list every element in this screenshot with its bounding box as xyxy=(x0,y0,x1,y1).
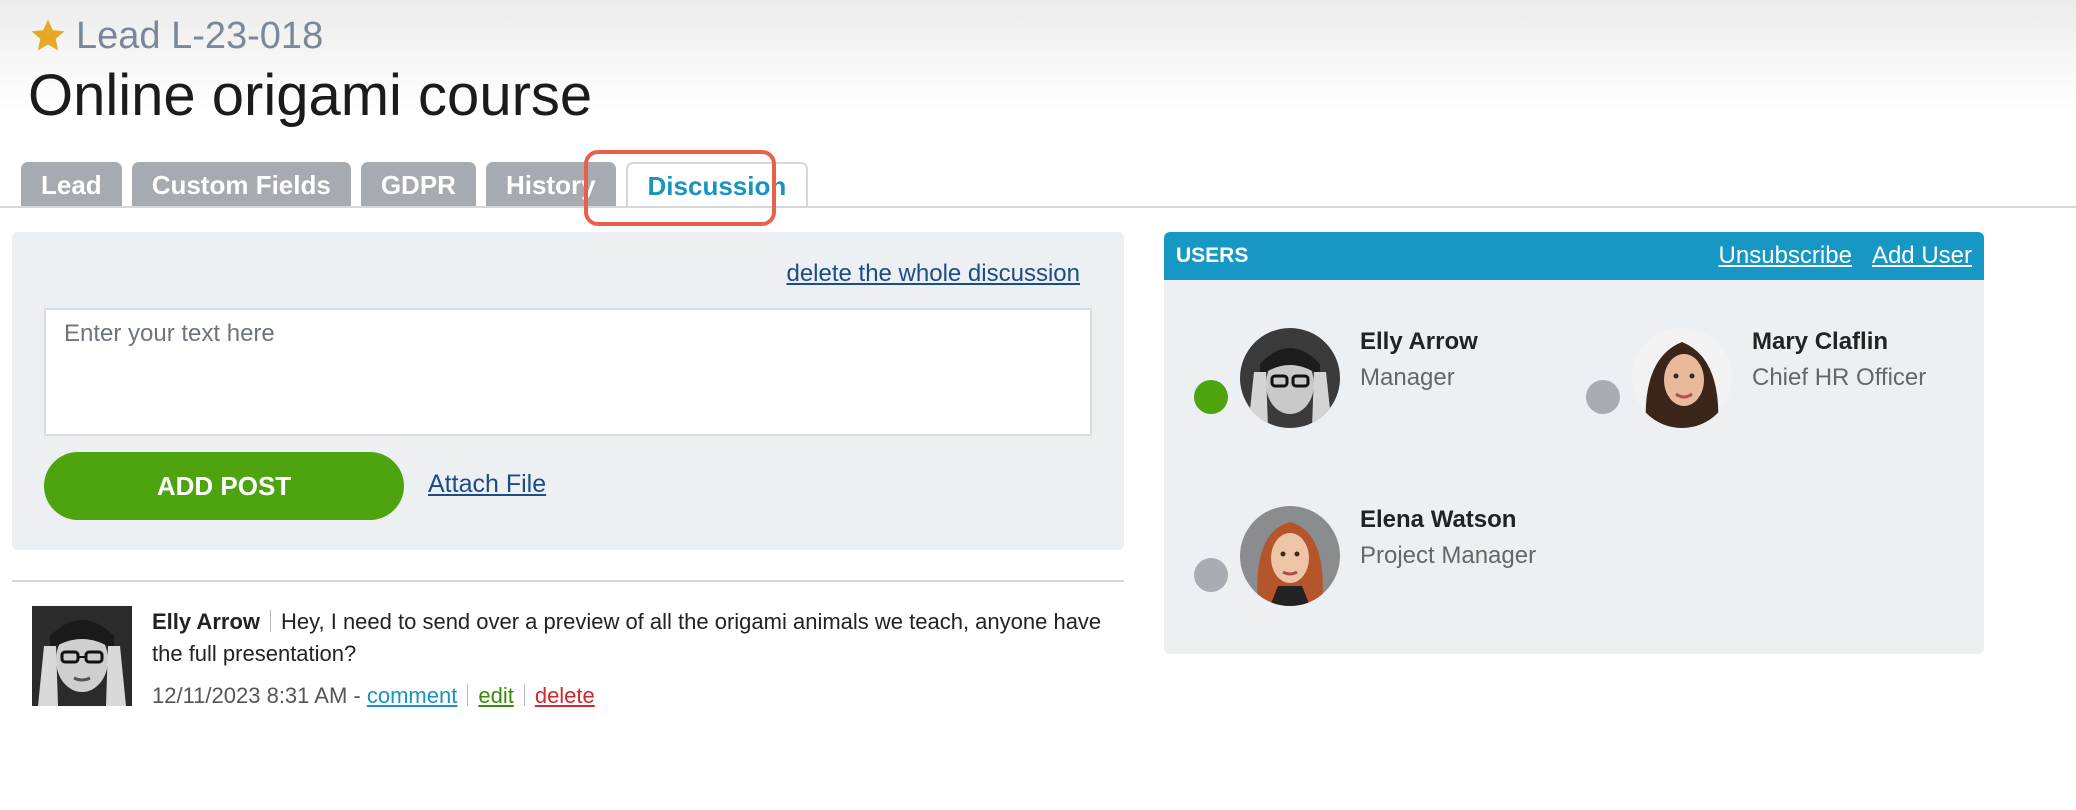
user-card[interactable]: Mary Claflin Chief HR Officer xyxy=(1586,318,1966,428)
user-card[interactable]: Elly Arrow Manager xyxy=(1194,318,1574,428)
comment-link[interactable]: comment xyxy=(367,683,457,708)
add-user-link[interactable]: Add User xyxy=(1872,242,1972,270)
user-role: Project Manager xyxy=(1360,542,1537,569)
user-role: Chief HR Officer xyxy=(1752,364,1927,391)
attach-file-link[interactable]: Attach File xyxy=(428,470,546,499)
add-post-button[interactable]: ADD POST xyxy=(44,452,404,520)
tabs-underline xyxy=(0,206,2076,208)
users-header: USERS Unsubscribe Add User xyxy=(1164,232,1984,280)
lead-id: Lead L-23-018 xyxy=(76,14,324,57)
tab-discussion[interactable]: Discussion xyxy=(625,162,809,208)
users-title: USERS xyxy=(1176,244,1249,267)
page-title: Online origami course xyxy=(28,63,593,128)
post-body: Elly Arrow Hey, I need to send over a pre… xyxy=(152,606,1122,712)
avatar[interactable] xyxy=(1240,506,1340,606)
unsubscribe-link[interactable]: Unsubscribe xyxy=(1719,242,1852,270)
tab-lead[interactable]: Lead xyxy=(21,162,122,208)
user-role: Manager xyxy=(1360,364,1455,391)
user-name: Elena Watson xyxy=(1360,506,1517,533)
separator xyxy=(523,684,525,706)
post-meta: 12/11/2023 8:31 AM - comment edit delete xyxy=(152,680,1122,712)
user-name: Mary Claflin xyxy=(1752,328,1889,355)
users-panel: USERS Unsubscribe Add User Elly Arrow Ma… xyxy=(1164,232,1984,654)
star-icon[interactable] xyxy=(28,16,68,56)
lead-line: Lead L-23-018 xyxy=(28,14,323,58)
post-text: Hey, I need to send over a preview of al… xyxy=(152,609,1102,666)
tab-custom-fields[interactable]: Custom Fields xyxy=(131,162,351,208)
avatar[interactable] xyxy=(32,606,132,706)
tab-bar: Lead Custom Fields GDPR History Discussi… xyxy=(21,162,818,208)
status-offline-indicator xyxy=(1586,380,1620,414)
user-name: Elly Arrow xyxy=(1360,328,1478,355)
separator xyxy=(270,610,271,632)
avatar[interactable] xyxy=(1632,328,1732,428)
status-offline-indicator xyxy=(1194,558,1228,592)
edit-link[interactable]: edit xyxy=(478,683,513,708)
post-text-input[interactable] xyxy=(44,308,1092,436)
status-online-indicator xyxy=(1194,380,1228,414)
post-timestamp: 12/11/2023 8:31 AM - xyxy=(152,683,367,708)
delete-discussion-link[interactable]: delete the whole discussion xyxy=(786,260,1080,288)
tab-history[interactable]: History xyxy=(485,162,616,208)
separator xyxy=(467,684,469,706)
new-post-panel: delete the whole discussion ADD POST Att… xyxy=(12,232,1124,550)
delete-link[interactable]: delete xyxy=(535,683,595,708)
tab-gdpr[interactable]: GDPR xyxy=(360,162,476,208)
avatar[interactable] xyxy=(1240,328,1340,428)
post-author[interactable]: Elly Arrow xyxy=(152,609,260,634)
page-header: Lead L-23-018 xyxy=(28,14,323,58)
user-card[interactable]: Elena Watson Project Manager xyxy=(1194,496,1574,606)
post-divider xyxy=(12,580,1124,582)
